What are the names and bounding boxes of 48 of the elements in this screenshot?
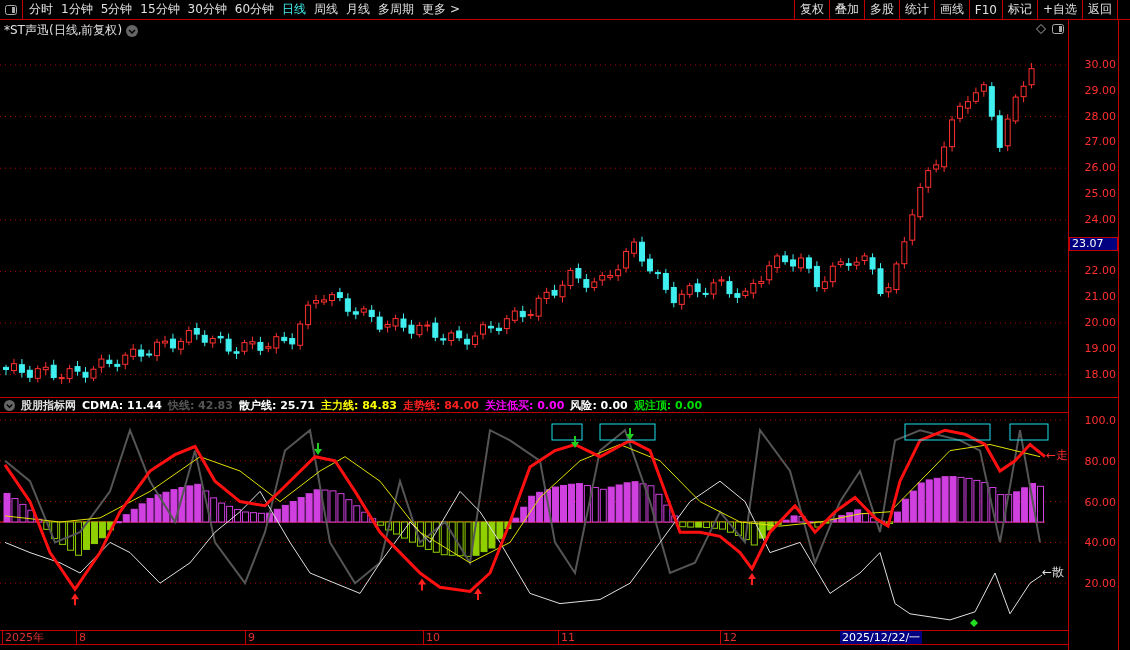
indicator-readout: CDMA: 11.44 <box>82 398 162 412</box>
indicator-readout: 走势线: 84.00 <box>403 397 479 413</box>
price-axis-label: 30.00 <box>1084 58 1116 71</box>
indicator-axis-label: 100.0 <box>1084 414 1116 427</box>
date-label: 12 <box>720 631 737 644</box>
period-tab[interactable]: 周线 <box>314 1 339 18</box>
period-tab[interactable]: 15分钟 <box>140 1 180 18</box>
indicator-axis-label: 40.00 <box>1084 536 1116 550</box>
price-axis-label: 26.00 <box>1084 161 1116 175</box>
period-tab[interactable]: 更多 > <box>422 1 460 18</box>
price-axis-label: 29.00 <box>1084 83 1116 97</box>
indicator-readout: 观注顶: 0.00 <box>633 397 703 413</box>
period-tab[interactable]: 月线 <box>346 1 371 18</box>
price-axis-label: 24.00 <box>1084 212 1116 226</box>
indicator-readout: 快线: 42.83 <box>167 397 233 413</box>
price-axis-label: 25.00 <box>1084 187 1116 200</box>
price-axis-label: 20.00 <box>1084 316 1116 329</box>
indicator-readout: 散户线: 25.71 <box>238 397 315 413</box>
period-tab[interactable]: 60分钟 <box>234 1 275 18</box>
period-tab[interactable]: 30分钟 <box>187 1 227 18</box>
price-axis-label: 28.00 <box>1084 109 1116 123</box>
period-tab[interactable]: 多周期 <box>378 1 415 18</box>
stock-title: *ST声迅(日线,前复权) <box>4 22 123 39</box>
price-axis-label: 18.00 <box>1084 367 1116 381</box>
period-tab[interactable]: 5分钟 <box>100 1 133 18</box>
price-axis-label: 27.00 <box>1084 135 1116 149</box>
indicator-readout: 主力线: 84.83 <box>320 397 397 413</box>
current-price-tag: 23.07 <box>1069 236 1118 251</box>
date-label: 11 <box>558 631 575 644</box>
price-axis-label: 21.00 <box>1084 290 1116 304</box>
date-label: 8 <box>76 631 86 644</box>
date-label: 10 <box>423 631 440 644</box>
date-label: 9 <box>245 631 255 644</box>
price-axis-label: 22.00 <box>1084 264 1116 278</box>
indicator-axis-label: 20.00 <box>1084 577 1116 591</box>
trend-line-tag: ←走 <box>1046 447 1069 464</box>
indicator-readout: 关注低买: 0.00 <box>485 397 565 413</box>
price-axis-label: 19.00 <box>1084 341 1116 355</box>
date-label: 2025年 <box>2 631 44 644</box>
indicator-axis-label: 60.00 <box>1084 495 1116 509</box>
indicator-axis-label: 80.00 <box>1084 454 1116 468</box>
period-tab[interactable]: 分时 <box>29 1 53 18</box>
indicator-name: 股朋指标网 <box>21 397 76 413</box>
retail-line-tag: ←散 <box>1042 564 1065 581</box>
period-tab[interactable]: 1分钟 <box>61 1 93 18</box>
indicator-readout: 风险: 0.00 <box>570 397 628 413</box>
cursor-date: 2025/12/22/一 <box>840 631 923 644</box>
period-tab[interactable]: 日线 <box>282 1 307 18</box>
